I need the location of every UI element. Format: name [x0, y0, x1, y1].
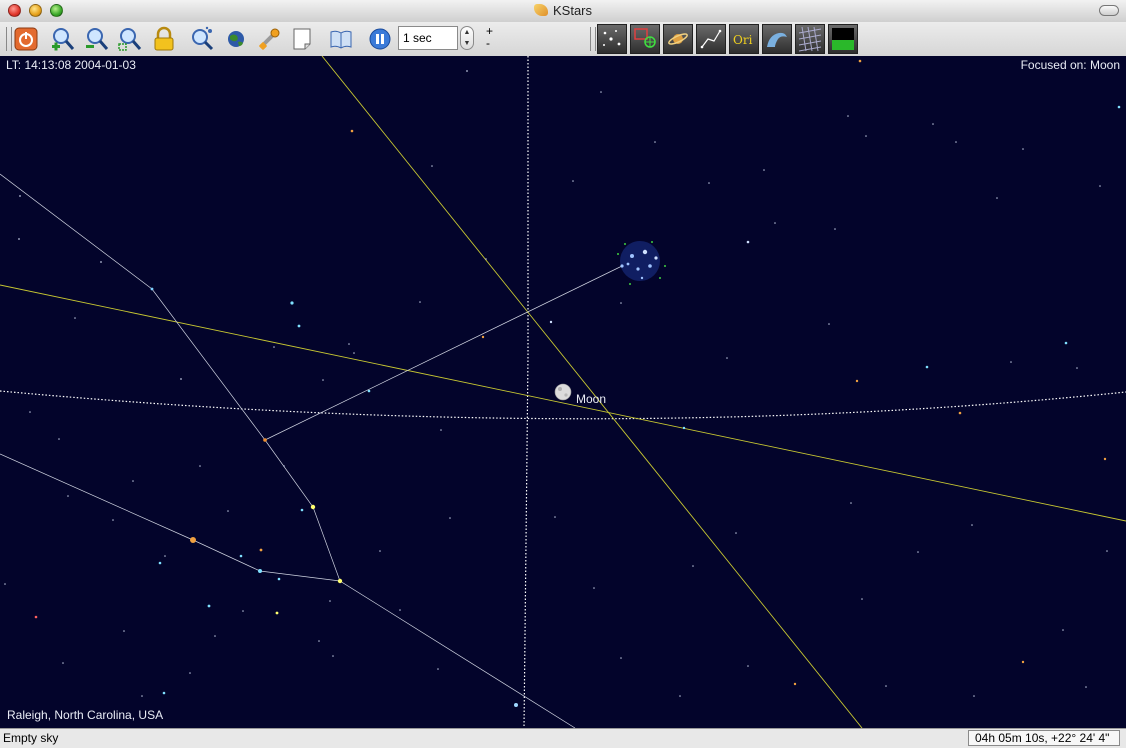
focus-readout: Focused on: Moon [1020, 58, 1120, 72]
window-title: KStars [0, 3, 1126, 18]
window-title-text: KStars [552, 3, 592, 18]
status-coordinates: 04h 05m 10s, +22° 24' 4" [968, 730, 1120, 746]
title-bar: KStars [0, 0, 1126, 23]
status-bar: Empty sky 04h 05m 10s, +22° 24' 4" [0, 728, 1126, 748]
toolbar-grip[interactable] [590, 27, 596, 51]
find-object-icon[interactable] [188, 25, 216, 53]
local-time-readout: LT: 14:13:08 2004-01-03 [6, 58, 136, 72]
wrench-icon[interactable] [255, 25, 283, 53]
time-step-spinner[interactable]: ▲ ▼ [460, 26, 474, 50]
time-step-field[interactable]: 1 sec [398, 26, 458, 50]
step-minus[interactable]: - [486, 37, 493, 49]
moon-crater [564, 393, 568, 397]
toggle-ground-icon[interactable] [828, 24, 858, 54]
main-toolbar: 1 sec ▲ ▼ + - Ori [0, 22, 1126, 57]
kstars-app-icon [533, 4, 548, 16]
earth-icon[interactable] [222, 25, 250, 53]
toggle-planets-icon[interactable] [663, 24, 693, 54]
toolbar-toggle-button[interactable] [1099, 5, 1119, 16]
constellation-lines [0, 173, 623, 728]
note-icon[interactable] [289, 25, 317, 53]
chevron-up-icon[interactable]: ▲ [461, 27, 473, 38]
time-step-plus-minus[interactable]: + - [486, 25, 493, 49]
pleiades-cluster [617, 241, 666, 285]
toggle-stars-icon[interactable] [597, 24, 627, 54]
moon-icon[interactable] [554, 383, 572, 401]
local-meridian [523, 56, 529, 728]
chevron-down-icon[interactable]: ▼ [461, 38, 473, 49]
location-readout: Raleigh, North Carolina, USA [7, 708, 164, 722]
pause-icon[interactable] [366, 25, 394, 53]
bright-stars [34, 59, 1121, 707]
toggle-deep-sky-icon[interactable] [630, 24, 660, 54]
ecliptic-line [0, 284, 1126, 522]
zoom-in-icon[interactable] [49, 25, 77, 53]
lock-icon[interactable] [150, 25, 178, 53]
book-icon[interactable] [327, 25, 355, 53]
toggle-constellation-names-icon[interactable]: Ori [729, 24, 759, 54]
sky-map-canvas[interactable] [0, 56, 1126, 728]
faint-stars [4, 70, 1108, 697]
zoom-out-icon[interactable] [83, 25, 111, 53]
moon-crater [558, 387, 562, 391]
toggle-coordinate-grid-icon[interactable] [795, 24, 825, 54]
constellation-names-label: Ori [733, 33, 753, 47]
moon-label[interactable]: Moon [576, 392, 606, 406]
toggle-constellation-lines-icon[interactable] [696, 24, 726, 54]
sky-map[interactable]: LT: 14:13:08 2004-01-03 Focused on: Moon… [0, 56, 1126, 728]
toggle-milky-way-icon[interactable] [762, 24, 792, 54]
status-object-name: Empty sky [3, 731, 59, 745]
zoom-default-icon[interactable] [116, 25, 144, 53]
power-icon[interactable] [12, 25, 40, 53]
